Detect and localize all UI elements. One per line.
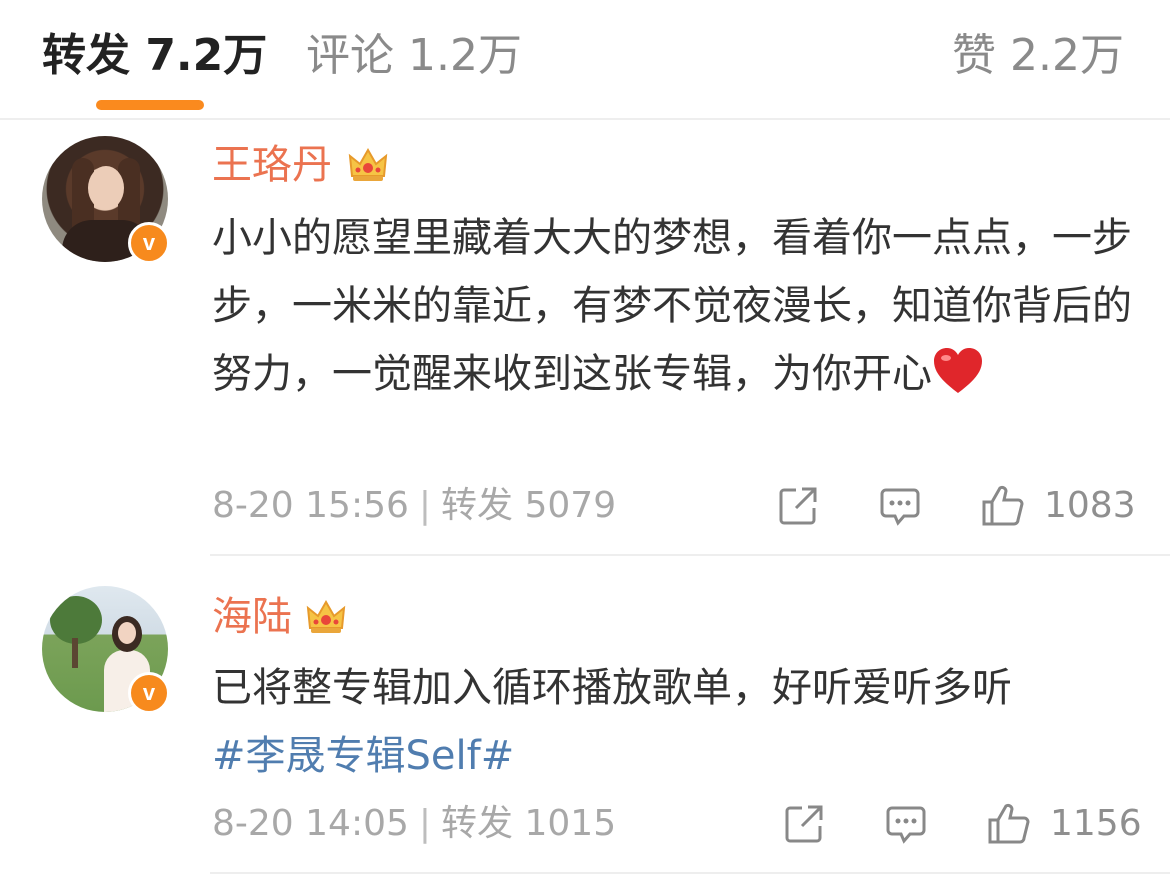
- comment-icon[interactable]: [884, 802, 928, 846]
- divider: [210, 872, 1170, 874]
- username[interactable]: 海陆: [212, 592, 292, 642]
- timestamp: 8-20 15:56: [212, 485, 409, 526]
- comment-meta: 8-20 15:56 | 转发 5079: [212, 484, 616, 528]
- comment-body: 已将整专辑加入循环播放歌单，好听爱听多听: [212, 665, 1012, 711]
- comment-text: 小小的愿望里藏着大大的梦想，看着你一点点，一步步，一米米的靠近，有梦不觉夜漫长，…: [212, 204, 1142, 408]
- hashtag-link[interactable]: #李晟专辑Self#: [212, 733, 514, 779]
- comment-text: 已将整专辑加入循环播放歌单，好听爱听多听 #李晟专辑Self#: [212, 654, 1142, 790]
- comment-meta: 8-20 14:05 | 转发 1015: [212, 802, 616, 846]
- meta-separator: |: [418, 803, 432, 844]
- comment-icon[interactable]: [878, 484, 922, 528]
- verified-badge-icon: v: [128, 672, 170, 714]
- heart-emoji-icon: [934, 348, 982, 393]
- share-icon[interactable]: [776, 484, 820, 528]
- repost-count[interactable]: 转发 1015: [441, 803, 616, 844]
- like-icon[interactable]: [980, 484, 1024, 528]
- tab-like[interactable]: 赞 2.2万: [952, 28, 1124, 84]
- meta-separator: |: [418, 485, 432, 526]
- crown-icon: [306, 599, 346, 633]
- repost-count[interactable]: 转发 5079: [441, 485, 616, 526]
- crown-icon: [348, 147, 388, 181]
- tab-comment[interactable]: 评论 1.2万: [306, 28, 522, 84]
- like-count: 1156: [1050, 803, 1142, 844]
- like-count: 1083: [1044, 485, 1136, 526]
- verified-badge-icon: v: [128, 222, 170, 264]
- username[interactable]: 王珞丹: [212, 140, 332, 190]
- active-tab-indicator: [96, 100, 204, 110]
- comment-body: 小小的愿望里藏着大大的梦想，看着你一点点，一步步，一米米的靠近，有梦不觉夜漫长，…: [212, 215, 1132, 397]
- timestamp: 8-20 14:05: [212, 803, 409, 844]
- like-icon[interactable]: [986, 802, 1030, 846]
- tab-bar: 转发 7.2万 评论 1.2万 赞 2.2万: [0, 0, 1170, 120]
- comment-item: v 海陆 已将整专辑加入循环播放歌单，好听爱听多听 #李晟专辑Self# 8-20…: [0, 556, 1170, 872]
- comment-item: v 王珞丹 小小的愿望里藏着大大的梦想，看着你一点点，一步步，一米米的靠近，有梦…: [0, 118, 1170, 554]
- tab-repost[interactable]: 转发 7.2万: [42, 28, 267, 84]
- share-icon[interactable]: [782, 802, 826, 846]
